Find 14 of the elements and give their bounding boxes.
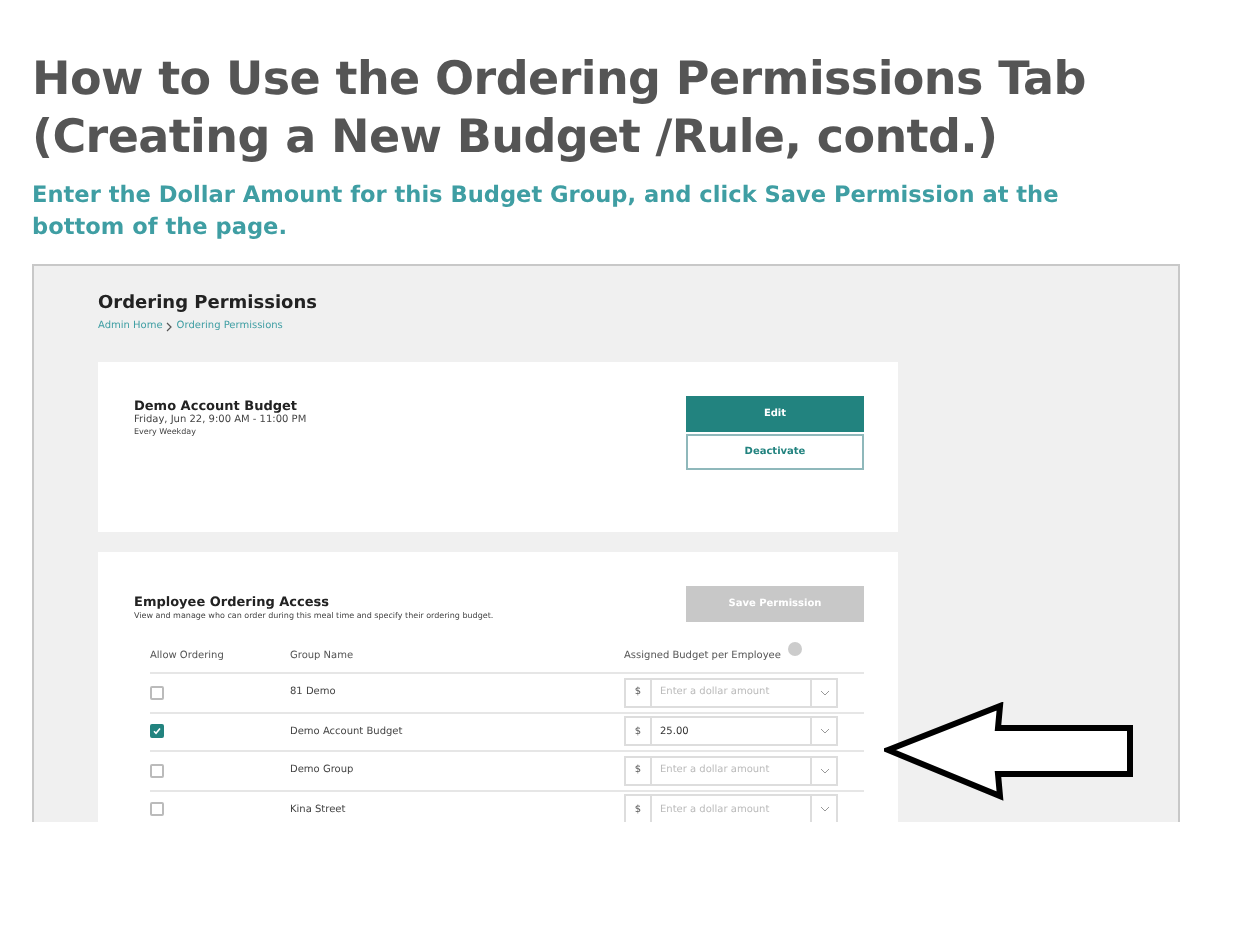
instruction-text: Enter the Dollar Amount for this Budget Group, and click Save Permission at the bottom of the page. (32, 180, 1061, 244)
chevron-icon (166, 321, 173, 331)
checkbox[interactable] (150, 802, 164, 817)
slide-title: How to Use the Ordering Permissions Tab (32, 52, 1088, 110)
checkbox[interactable] (150, 724, 164, 739)
checkbox[interactable] (150, 685, 164, 700)
page-title: Ordering Permissions (98, 294, 319, 314)
slide-title: (Creating a New Budget /Rule, contd.) (32, 110, 1000, 168)
chevron-down-icon (819, 728, 829, 735)
chevron-down-icon (819, 806, 829, 813)
checkbox[interactable] (150, 763, 164, 778)
chevron-down-icon (819, 767, 829, 774)
chevron-down-icon (819, 689, 829, 696)
help-icon[interactable] (788, 642, 803, 657)
